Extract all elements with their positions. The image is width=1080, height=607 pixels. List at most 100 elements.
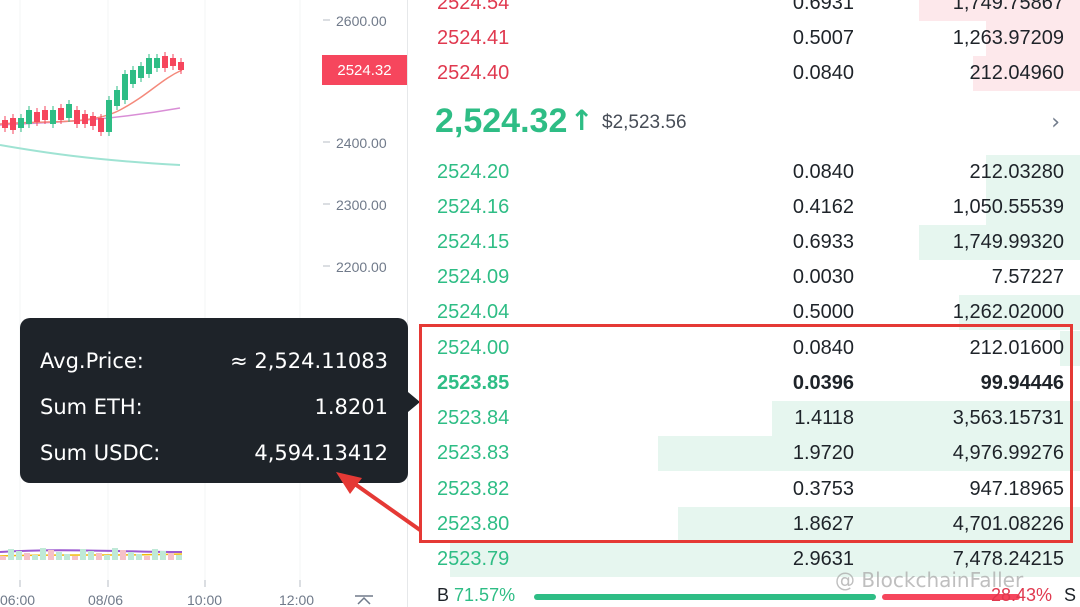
candle-body: [34, 112, 40, 122]
order-total: 1,050.55539: [952, 196, 1064, 218]
volume-bar: [40, 548, 46, 560]
volume-bar: [8, 549, 14, 560]
candle-body: [170, 58, 176, 66]
volume-bar: [48, 550, 54, 560]
order-amount: 0.0840: [792, 62, 854, 84]
x-axis-label: 06:00: [0, 592, 36, 607]
volume-bar: [152, 549, 158, 560]
tooltip-value: ≈ 2,524.11083: [230, 349, 388, 373]
candle-body: [50, 110, 56, 124]
order-total: 7.57227: [991, 266, 1064, 288]
order-total: 1,263.97209: [952, 27, 1064, 49]
candle-body: [146, 58, 152, 74]
volume-bar: [88, 551, 94, 560]
order-total: 1,749.99320: [952, 231, 1064, 253]
order-price: 2524.16: [437, 196, 510, 218]
volume-bar: [24, 553, 30, 560]
volume-bar: [56, 552, 62, 560]
depth-summary-tooltip: Avg.Price: ≈ 2,524.11083 Sum ETH: 1.8201…: [20, 318, 420, 483]
last-price-usd: $2,523.56: [602, 112, 687, 133]
candle-body: [154, 58, 160, 68]
y-axis-label: 2200.00: [336, 259, 387, 275]
volume-bar: [104, 555, 110, 560]
bid-row[interactable]: 2524.15 0.6933 1,749.99320: [410, 225, 1080, 260]
mid-price-row[interactable]: 2,524.32 ↑ $2,523.56 ›: [410, 100, 1080, 148]
order-price: 2524.15: [437, 231, 510, 253]
order-price: 2524.41: [437, 27, 510, 49]
tooltip-row-avg-price: Avg.Price: ≈ 2,524.11083: [40, 338, 388, 384]
order-price: 2524.09: [437, 266, 510, 288]
bid-row[interactable]: 2524.09 0.0030 7.57227: [410, 260, 1080, 295]
order-amount: 0.0030: [792, 266, 854, 288]
x-axis-label: 10:00: [187, 592, 223, 607]
candlestick-chart[interactable]: [0, 0, 410, 607]
buy-ratio-value: 71.57%: [454, 585, 516, 605]
candle-body: [26, 110, 32, 124]
tooltip-row-sum-usdc: Sum USDC: 4,594.13412: [40, 430, 388, 476]
order-price: 2524.54: [437, 0, 510, 14]
ask-row[interactable]: 2524.40 0.0840 212.04960: [410, 56, 1080, 91]
volume-bar: [80, 549, 86, 560]
last-price: 2,524.32: [435, 102, 568, 140]
candle-body: [162, 56, 168, 68]
volume-bar: [128, 552, 134, 560]
buy-ratio-fill: [534, 594, 876, 600]
candle-body: [10, 118, 16, 130]
order-total: 1,262.02000: [952, 301, 1064, 323]
chevron-right-icon[interactable]: ›: [1051, 110, 1060, 135]
candle-body: [114, 90, 120, 106]
sell-ratio-label: S: [1063, 585, 1076, 605]
y-axis-label: 2400.00: [336, 135, 387, 151]
candle-body: [106, 100, 112, 132]
order-total: 1,749.75867: [952, 0, 1064, 14]
candle-body: [122, 74, 128, 100]
bid-row[interactable]: 2524.20 0.0840 212.03280: [410, 155, 1080, 190]
volume-bar: [120, 550, 126, 560]
buy-ratio: B 71.57%: [437, 585, 515, 606]
volume-bar: [112, 548, 118, 560]
order-total: 212.03280: [969, 161, 1064, 183]
x-axis-label: 12:00: [279, 592, 315, 607]
watermark: @ BlockchainFaller: [835, 568, 1024, 592]
candle-body: [74, 110, 80, 124]
candle-body: [178, 62, 184, 70]
order-price: 2524.40: [437, 62, 510, 84]
candle-body: [130, 70, 136, 84]
candle-body: [138, 66, 144, 78]
order-price: 2524.20: [437, 161, 510, 183]
tooltip-value: 4,594.13412: [254, 441, 388, 465]
order-amount: 0.5007: [792, 27, 854, 49]
candle-body: [66, 104, 72, 118]
volume-bar: [168, 553, 174, 560]
tooltip-label: Sum ETH:: [40, 395, 143, 419]
ask-row[interactable]: 2524.41 0.5007 1,263.97209: [410, 21, 1080, 56]
order-price: 2523.79: [437, 548, 510, 570]
tooltip-label: Sum USDC:: [40, 441, 161, 465]
volume-bar: [64, 554, 70, 560]
candle-body: [58, 108, 64, 120]
current-price-tag: 2524.32: [322, 55, 407, 85]
y-axis-label: 2600.00: [336, 13, 387, 29]
tooltip-value: 1.8201: [314, 395, 388, 419]
volume-bar: [144, 556, 150, 560]
volume-bar: [72, 556, 78, 560]
kline-chart-panel[interactable]: 2600.00 2400.00 2300.00 2200.00 06:00 08…: [0, 0, 410, 607]
volume-bar: [160, 551, 166, 560]
ask-row[interactable]: 2524.54 0.6931 1,749.75867: [410, 0, 1080, 21]
candle-body: [90, 116, 96, 126]
order-amount: 0.4162: [792, 196, 854, 218]
tooltip-label: Avg.Price:: [40, 349, 144, 373]
y-axis-label: 2300.00: [336, 197, 387, 213]
x-axis-label: 08/06: [88, 592, 124, 607]
candle-body: [82, 114, 88, 124]
bid-row[interactable]: 2524.16 0.4162 1,050.55539: [410, 190, 1080, 225]
volume-bar: [32, 555, 38, 560]
up-arrow-icon: ↑: [570, 104, 594, 137]
candle-body: [42, 110, 48, 120]
order-amount: 0.6931: [792, 0, 854, 14]
order-amount: 0.5000: [792, 301, 854, 323]
ma-line-long: [0, 144, 181, 166]
volume-bar: [176, 555, 182, 560]
order-amount: 0.0840: [792, 161, 854, 183]
volume-bar: [136, 554, 142, 560]
